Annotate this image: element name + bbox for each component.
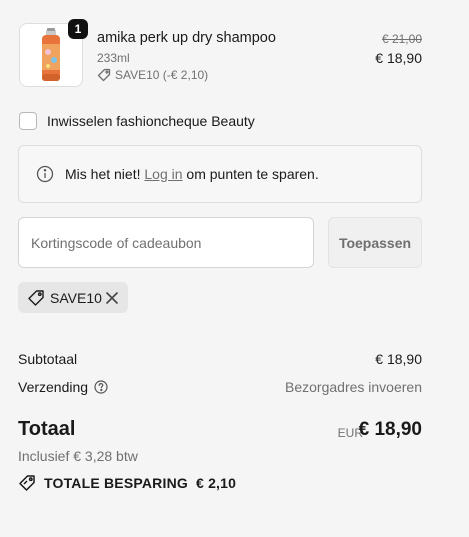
info-icon [36, 165, 54, 188]
remove-code-icon[interactable] [105, 291, 119, 310]
price-original: € 21,00 [381, 32, 422, 46]
price-current: € 18,90 [375, 50, 422, 66]
subtotal-label: Subtotaal [18, 351, 78, 367]
login-link[interactable]: Log in [144, 166, 182, 182]
product-variant: 233ml [97, 51, 130, 65]
login-banner-suffix: om punten te sparen. [182, 166, 319, 182]
savings-value: € 2,10 [196, 475, 237, 491]
gift-cheque-checkbox[interactable] [19, 112, 37, 130]
total-label: Totaal [18, 418, 76, 440]
savings-label: TOTALE BESPARING [44, 475, 188, 491]
discount-code-input[interactable] [18, 217, 314, 268]
product-discount: SAVE10 (-€ 2,10) [97, 68, 208, 82]
apply-discount-button[interactable]: Toepassen [328, 217, 422, 268]
login-banner-prefix: Mis het niet! [65, 166, 145, 182]
tax-note: Inclusief € 3,28 btw [18, 448, 138, 464]
subtotal-value: € 18,90 [375, 351, 422, 367]
product-name: amika perk up dry shampoo [97, 30, 276, 46]
applied-code-label: SAVE10 [50, 290, 102, 306]
tag-icon [27, 289, 45, 312]
tag-icon [97, 68, 111, 82]
login-banner-text: Mis het niet! Log in om punten te sparen… [65, 166, 319, 182]
shipping-label: Verzending [18, 379, 89, 395]
product-discount-text: SAVE10 (-€ 2,10) [115, 68, 209, 82]
shipping-value: Bezorgadres invoeren [285, 379, 422, 395]
quantity-badge: 1 [68, 19, 88, 39]
gift-cheque-label[interactable]: Inwisselen fashioncheque Beauty [47, 113, 255, 129]
total-value: € 18,90 [358, 419, 422, 440]
help-icon[interactable] [94, 380, 108, 394]
tag-icon [18, 474, 36, 492]
total-savings: TOTALE BESPARING € 2,10 [18, 474, 236, 492]
shipping-row-label: Verzending [18, 379, 108, 395]
